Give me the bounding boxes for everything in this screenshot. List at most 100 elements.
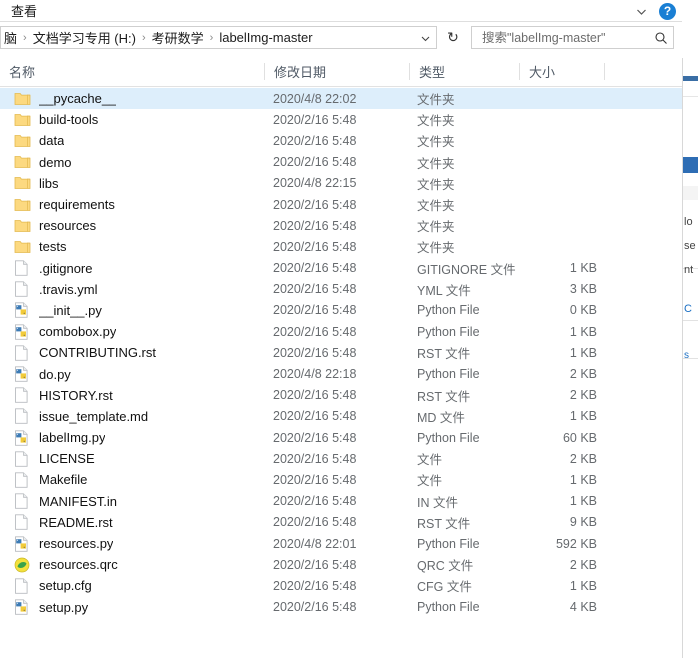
file-type-label: Python File [417,536,480,551]
tab-view[interactable]: 查看 [6,2,42,21]
file-name-cell[interactable]: LICENSE [0,448,265,469]
file-name-label: setup.py [39,599,89,615]
file-name-cell[interactable]: combobox.py [0,321,265,342]
file-name-cell[interactable]: demo [0,152,265,173]
file-name-cell[interactable]: do.py [0,364,265,385]
file-date-label: 2020/2/16 5:48 [273,261,357,276]
file-row[interactable]: .travis.yml 2020/2/16 5:48 YML 文件 3 KB [0,279,682,300]
file-row[interactable]: tests 2020/2/16 5:48 文件夹 [0,236,682,257]
file-date-cell: 2020/2/16 5:48 [273,575,413,596]
column-header-date[interactable]: 修改日期 [265,57,410,86]
background-window-text: lo [684,216,693,228]
background-window-text: se [684,240,696,252]
file-name-cell[interactable]: setup.cfg [0,575,265,596]
file-row[interactable]: resources.py 2020/4/8 22:01 Python File 592… [0,533,682,554]
file-row[interactable]: build-tools 2020/2/16 5:48 文件夹 [0,109,682,130]
help-question-icon[interactable]: ? [659,2,676,20]
file-name-label: data [39,133,65,149]
file-row[interactable]: requirements 2020/2/16 5:48 文件夹 [0,194,682,215]
search-input[interactable] [480,29,653,46]
file-row[interactable]: __init__.py 2020/2/16 5:48 Python File 0 KB [0,300,682,321]
column-header-type[interactable]: 类型 [410,57,520,86]
file-name-cell[interactable]: resources.py [0,533,265,554]
background-window[interactable]: lo se nt C s [682,58,698,658]
file-size-label: 1 KB [569,345,597,360]
file-size-cell: 1 KB [527,575,597,596]
file-name-cell[interactable]: README.rst [0,512,265,533]
background-window-text: nt [684,264,694,276]
generic-file-icon [14,451,31,467]
file-name-cell[interactable]: libs [0,173,265,194]
file-size-label: 1 KB [569,324,597,339]
file-row[interactable]: setup.cfg 2020/2/16 5:48 CFG 文件 1 KB [0,575,682,596]
file-row[interactable]: issue_template.md 2020/2/16 5:48 MD 文件 1 KB [0,406,682,427]
breadcrumb[interactable]: 脑 › 文档学习专用 (H:) › 考研数学 › labelImg-master [0,26,437,49]
file-date-label: 2020/2/16 5:48 [273,557,357,572]
file-name-cell[interactable]: data [0,130,265,151]
file-type-cell: Python File [417,364,527,385]
file-row[interactable]: HISTORY.rst 2020/2/16 5:48 RST 文件 2 KB [0,385,682,406]
file-name-cell[interactable]: CONTRIBUTING.rst [0,342,265,363]
file-row[interactable]: demo 2020/2/16 5:48 文件夹 [0,152,682,173]
file-name-label: __init__.py [39,302,102,318]
file-date-cell: 2020/2/16 5:48 [273,152,413,173]
ribbon-controls: ? [631,0,676,22]
file-row[interactable]: do.py 2020/4/8 22:18 Python File 2 KB [0,363,682,384]
file-name-cell[interactable]: setup.py [0,597,265,618]
file-name-cell[interactable]: Makefile [0,469,265,490]
breadcrumb-item-1[interactable]: 文档学习专用 (H:) [32,28,137,47]
file-type-cell: 文件 [417,448,527,469]
chevron-down-icon[interactable] [631,2,651,20]
file-name-cell[interactable]: __init__.py [0,300,265,321]
file-name-cell[interactable]: requirements [0,194,265,215]
search-box[interactable] [471,26,674,49]
file-name-cell[interactable]: .travis.yml [0,279,265,300]
file-type-label: Python File [417,324,480,339]
file-name-cell[interactable]: build-tools [0,109,265,130]
search-icon[interactable] [653,30,669,46]
file-size-cell [527,173,597,194]
file-row[interactable]: __pycache__ 2020/4/8 22:02 文件夹 [0,88,682,110]
file-name-label: .travis.yml [39,281,98,297]
refresh-icon[interactable]: ↻ [443,27,463,48]
file-name-cell[interactable]: resources.qrc [0,554,265,575]
file-row[interactable]: README.rst 2020/2/16 5:48 RST 文件 9 KB [0,512,682,533]
file-row[interactable]: MANIFEST.in 2020/2/16 5:48 IN 文件 1 KB [0,491,682,512]
breadcrumb-item-0[interactable]: 脑 [3,28,18,47]
file-row[interactable]: libs 2020/4/8 22:15 文件夹 [0,173,682,194]
file-row[interactable]: setup.py 2020/2/16 5:48 Python File 4 KB [0,597,682,618]
file-row[interactable]: .gitignore 2020/2/16 5:48 GITIGNORE 文件 1 KB [0,258,682,279]
file-row[interactable]: data 2020/2/16 5:48 文件夹 [0,130,682,151]
file-row[interactable]: resources 2020/2/16 5:48 文件夹 [0,215,682,236]
file-row[interactable]: LICENSE 2020/2/16 5:48 文件 2 KB [0,448,682,469]
file-type-label: RST 文件 [417,389,471,404]
file-size-label: 0 KB [569,303,597,318]
file-row[interactable]: CONTRIBUTING.rst 2020/2/16 5:48 RST 文件 1 KB [0,342,682,363]
file-date-cell: 2020/2/16 5:48 [273,236,413,257]
file-name-cell[interactable]: issue_template.md [0,406,265,427]
file-name-label: demo [39,154,72,170]
file-row[interactable]: Makefile 2020/2/16 5:48 文件 1 KB [0,469,682,490]
background-window-text: s [684,350,689,361]
file-row[interactable]: labelImg.py 2020/2/16 5:48 Python File 60 K… [0,427,682,448]
file-type-cell: 文件 [417,469,527,490]
file-name-cell[interactable]: .gitignore [0,258,265,279]
file-list[interactable]: __pycache__ 2020/4/8 22:02 文件夹 build-tools 2… [0,88,682,666]
file-name-cell[interactable]: HISTORY.rst [0,385,265,406]
file-name-cell[interactable]: __pycache__ [0,88,265,109]
breadcrumb-chevron-down-icon[interactable] [418,31,432,45]
file-date-cell: 2020/4/8 22:15 [273,173,413,194]
file-type-label: 文件夹 [417,93,455,108]
column-header-extra[interactable] [605,57,682,86]
column-header-size[interactable]: 大小 [520,57,605,86]
file-name-label: issue_template.md [39,408,149,424]
breadcrumb-item-3[interactable]: labelImg-master [218,30,313,45]
file-name-cell[interactable]: resources [0,215,265,236]
file-row[interactable]: resources.qrc 2020/2/16 5:48 QRC 文件 2 KB [0,554,682,575]
file-name-cell[interactable]: labelImg.py [0,427,265,448]
column-header-name[interactable]: 名称 [0,57,265,86]
file-row[interactable]: combobox.py 2020/2/16 5:48 Python File 1 KB [0,321,682,342]
file-name-cell[interactable]: MANIFEST.in [0,491,265,512]
breadcrumb-item-2[interactable]: 考研数学 [151,28,205,47]
file-name-cell[interactable]: tests [0,236,265,257]
